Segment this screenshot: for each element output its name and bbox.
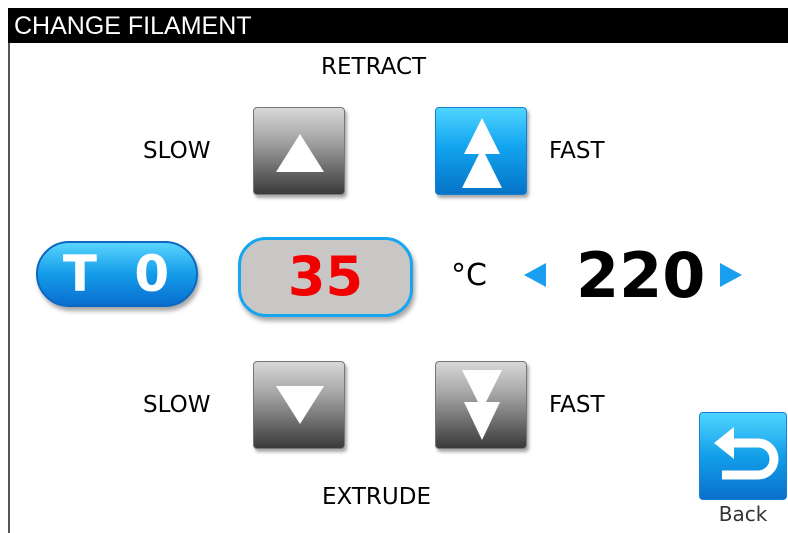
page-title: CHANGE FILAMENT: [8, 8, 788, 43]
extrude-heading: EXTRUDE: [322, 484, 431, 510]
extrude-fast-button[interactable]: [435, 361, 527, 449]
arrow-up-icon: [276, 134, 324, 172]
double-arrow-up-icon: [462, 118, 502, 188]
retract-heading: RETRACT: [321, 54, 427, 80]
retract-fast-button[interactable]: [435, 107, 527, 195]
extrude-fast-label: FAST: [549, 392, 605, 418]
arrow-down-icon: [276, 386, 324, 424]
retract-slow-label: SLOW: [143, 138, 211, 164]
back-label: Back: [718, 502, 768, 526]
tool-select-button[interactable]: T 0: [36, 241, 198, 307]
temperature-unit: °C: [451, 258, 487, 293]
retract-slow-button[interactable]: [253, 107, 345, 195]
temperature-increase-icon[interactable]: [716, 260, 746, 290]
extrude-slow-label: SLOW: [143, 392, 211, 418]
temperature-decrease-icon[interactable]: [520, 260, 550, 290]
target-temperature: 220: [576, 239, 706, 312]
back-button[interactable]: [699, 412, 787, 500]
double-arrow-down-icon: [462, 370, 502, 440]
return-arrow-icon: [714, 427, 779, 480]
retract-fast-label: FAST: [549, 138, 605, 164]
extrude-slow-button[interactable]: [253, 361, 345, 449]
current-temperature: 35: [238, 237, 413, 317]
